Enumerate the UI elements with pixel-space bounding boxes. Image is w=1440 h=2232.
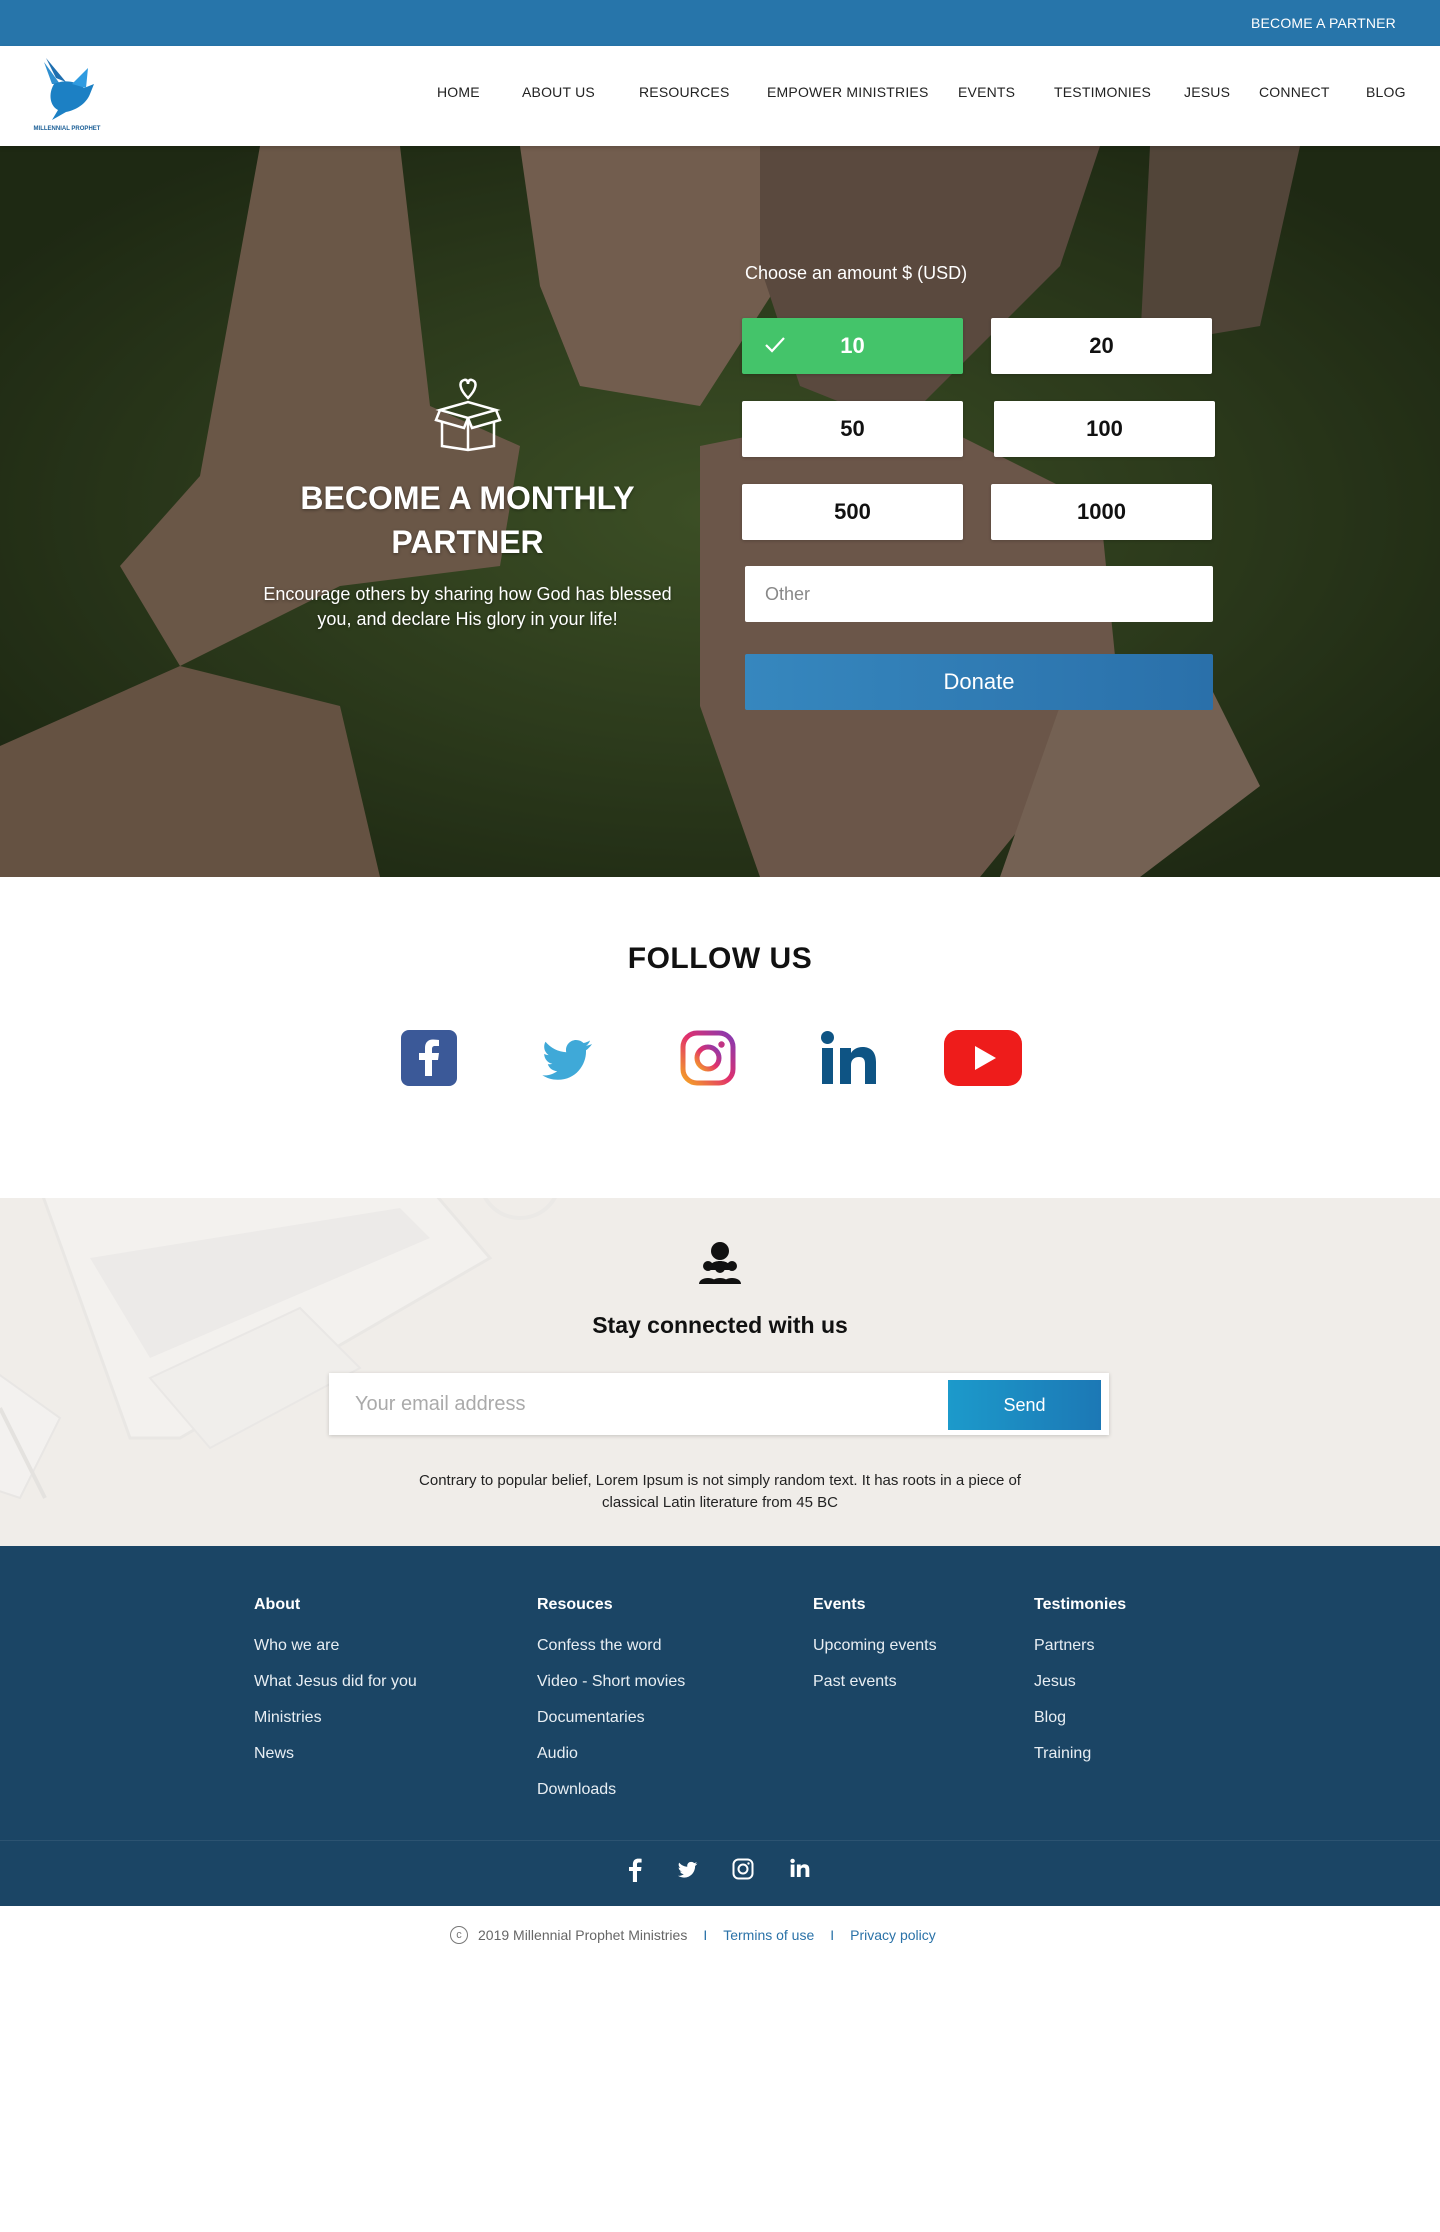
hero-intro: BECOME A MONTHLY PARTNER Encourage other… — [250, 376, 685, 632]
twitter-icon[interactable] — [540, 1030, 596, 1091]
community-icon — [699, 1242, 741, 1284]
footer-link[interactable]: Audio — [537, 1736, 685, 1772]
instagram-icon[interactable] — [732, 1858, 754, 1885]
logo[interactable]: MILLENNIAL PROPHET — [32, 54, 102, 134]
footer-link[interactable]: Jesus — [1034, 1664, 1126, 1700]
amount-option-1000[interactable]: 1000 — [991, 484, 1212, 540]
amount-option-100[interactable]: 100 — [994, 401, 1215, 457]
amount-option-20[interactable]: 20 — [991, 318, 1212, 374]
site-footer: About Who we are What Jesus did for you … — [0, 1546, 1440, 1906]
amount-value: 50 — [840, 416, 865, 441]
gift-box-icon — [433, 378, 502, 452]
nav-about-us[interactable]: ABOUT US — [522, 84, 595, 100]
footer-heading: Events — [813, 1596, 866, 1613]
hero-overlay — [0, 146, 1440, 877]
email-input[interactable] — [329, 1373, 939, 1435]
newsletter-description: Contrary to popular belief, Lorem Ipsum … — [419, 1472, 1021, 1511]
footer-link[interactable]: News — [254, 1736, 417, 1772]
footer-column-about: About Who we are What Jesus did for you … — [254, 1596, 417, 1772]
amount-value: 20 — [1089, 333, 1114, 358]
copyright-icon: c — [450, 1926, 468, 1944]
logo-text: MILLENNIAL PROPHET — [33, 126, 101, 132]
nav-connect[interactable]: CONNECT — [1259, 84, 1330, 100]
nav-home[interactable]: HOME — [437, 84, 480, 100]
donate-button[interactable]: Donate — [745, 654, 1213, 710]
copyright-text: 2019 Millennial Prophet Ministries — [478, 1927, 688, 1943]
amount-value: 500 — [834, 499, 871, 524]
separator: I — [830, 1927, 835, 1943]
footer-link[interactable]: Video - Short movies — [537, 1664, 685, 1700]
footer-link[interactable]: Who we are — [254, 1628, 417, 1664]
amount-value: 1000 — [1077, 499, 1126, 524]
footer-link[interactable]: Documentaries — [537, 1700, 685, 1736]
footer-link[interactable]: Blog — [1034, 1700, 1126, 1736]
footer-link[interactable]: Past events — [813, 1664, 937, 1700]
amount-value: 100 — [1086, 416, 1123, 441]
linkedin-icon[interactable] — [790, 1858, 810, 1883]
footer-link[interactable]: Training — [1034, 1736, 1126, 1772]
footer-link[interactable]: Partners — [1034, 1628, 1126, 1664]
newsletter-section: Stay connected with us Send Contrary to … — [0, 1198, 1440, 1546]
footer-link[interactable]: Upcoming events — [813, 1628, 937, 1664]
checkmark-icon — [765, 337, 785, 353]
footer-column-resources: Resouces Confess the word Video - Short … — [537, 1596, 685, 1808]
become-partner-link[interactable]: BECOME A PARTNER — [1251, 15, 1396, 31]
amount-label: Choose an amount $ (USD) — [745, 263, 968, 283]
amount-option-10[interactable]: 10 — [742, 318, 963, 374]
other-amount-input[interactable] — [745, 566, 1213, 622]
amount-value: 10 — [840, 333, 865, 358]
nav-empower-ministries[interactable]: EMPOWER MINISTRIES — [767, 84, 929, 100]
amount-option-500[interactable]: 500 — [742, 484, 963, 540]
footer-heading: Testimonies — [1034, 1596, 1127, 1613]
footer-link[interactable]: Ministries — [254, 1700, 417, 1736]
terms-of-use-link[interactable]: Termins of use — [723, 1927, 814, 1943]
separator: I — [703, 1927, 708, 1943]
nav-testimonies[interactable]: TESTIMONIES — [1054, 84, 1151, 100]
dove-icon — [44, 58, 94, 120]
footer-heading: Resouces — [537, 1596, 613, 1613]
youtube-icon[interactable] — [944, 1030, 1022, 1091]
footer-column-testimonies: Testimonies Partners Jesus Blog Training — [1034, 1596, 1126, 1772]
footer-link[interactable]: Downloads — [537, 1772, 685, 1808]
follow-us-title: FOLLOW US — [627, 942, 813, 975]
nav-resources[interactable]: RESOURCES — [639, 84, 729, 100]
site-header: MILLENNIAL PROPHET HOME ABOUT US RESOURC… — [0, 46, 1440, 146]
donation-hero: BECOME A MONTHLY PARTNER Encourage other… — [0, 146, 1440, 877]
newsletter-title: Stay connected with us — [592, 1312, 848, 1338]
send-button[interactable]: Send — [948, 1380, 1101, 1430]
copyright-row: c 2019 Millennial Prophet Ministries I T… — [450, 1926, 936, 1944]
copyright-bar: c 2019 Millennial Prophet Ministries I T… — [0, 1906, 1440, 1970]
facebook-icon[interactable] — [401, 1030, 457, 1091]
footer-link[interactable]: Confess the word — [537, 1628, 685, 1664]
nav-blog[interactable]: BLOG — [1366, 84, 1406, 100]
instagram-icon[interactable] — [680, 1030, 736, 1091]
nav-jesus[interactable]: JESUS — [1184, 84, 1230, 100]
top-bar: BECOME A PARTNER — [0, 0, 1440, 46]
linkedin-icon[interactable] — [820, 1030, 878, 1091]
hero-title: BECOME A MONTHLY PARTNER — [300, 480, 635, 560]
facebook-icon[interactable] — [628, 1858, 642, 1887]
email-signup-form: Send — [329, 1373, 1109, 1435]
footer-divider — [0, 1840, 1440, 1841]
footer-link[interactable]: What Jesus did for you — [254, 1664, 417, 1700]
amount-option-50[interactable]: 50 — [742, 401, 963, 457]
twitter-icon[interactable] — [677, 1858, 699, 1885]
nav-events[interactable]: EVENTS — [958, 84, 1015, 100]
footer-heading: About — [254, 1596, 301, 1613]
hero-description: Encourage others by sharing how God has … — [263, 584, 672, 629]
footer-column-events: Events Upcoming events Past events — [813, 1596, 937, 1700]
privacy-policy-link[interactable]: Privacy policy — [850, 1927, 936, 1943]
